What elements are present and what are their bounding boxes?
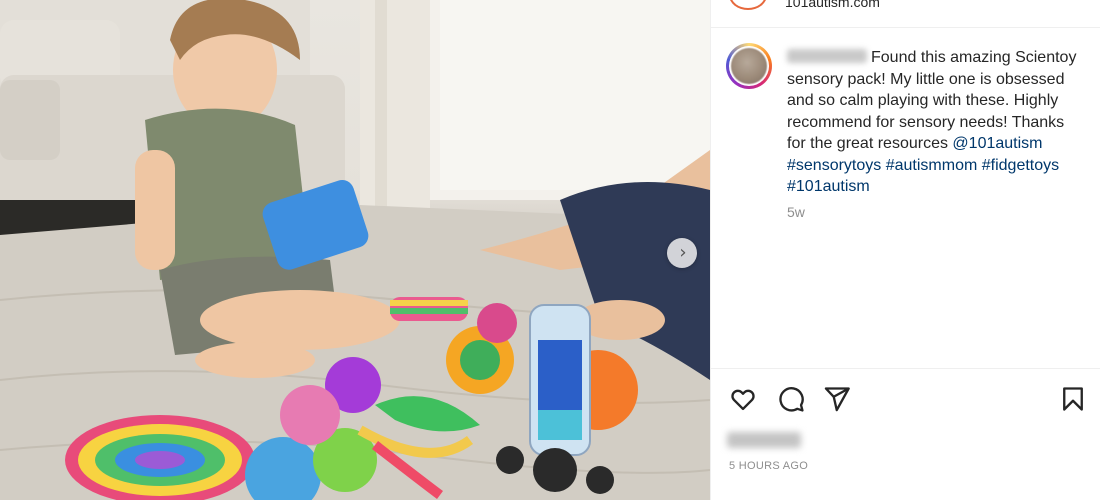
hashtag-link[interactable]: #101autism	[787, 178, 870, 195]
post-photo[interactable]: ›	[0, 0, 710, 500]
post-header: 101autism.com	[711, 0, 1100, 28]
comment-age[interactable]: 5w	[787, 204, 805, 220]
next-photo-button[interactable]: ›	[667, 238, 697, 268]
mention-link[interactable]: @101autism	[952, 135, 1042, 152]
comment-icon	[779, 387, 804, 412]
avatar-inner	[729, 46, 769, 86]
header-username[interactable]: 101autism.com	[785, 0, 880, 10]
avatar-image	[731, 48, 767, 84]
chevron-right-icon: ›	[679, 242, 687, 263]
heart-icon	[731, 389, 755, 411]
commenter-username-blurred[interactable]	[787, 49, 867, 63]
bookmark-icon	[1063, 387, 1083, 411]
action-bar	[711, 368, 1100, 428]
hashtag-link[interactable]: #fidgettoys	[982, 157, 1059, 174]
comment-text: Found this amazing Scientoy sensory pack…	[787, 47, 1077, 198]
post-timestamp[interactable]: 5 HOURS AGO	[729, 460, 808, 472]
hashtag-link[interactable]: #sensorytoys	[787, 157, 881, 174]
post-sidebar: 101autism.com Found this amazing Sciento…	[710, 0, 1100, 500]
save-button[interactable]	[1059, 385, 1087, 413]
like-button[interactable]	[729, 385, 757, 413]
comment-button[interactable]	[777, 385, 805, 413]
photo-scene	[0, 0, 710, 500]
likes-count-blurred[interactable]	[727, 432, 801, 448]
share-button[interactable]	[823, 385, 851, 413]
share-icon	[824, 387, 850, 412]
header-avatar-ring[interactable]	[729, 0, 767, 10]
hashtag-link[interactable]: #autismmom	[886, 157, 978, 174]
caption-comment: Found this amazing Scientoy sensory pack…	[711, 28, 1100, 368]
commenter-avatar[interactable]	[726, 43, 772, 89]
